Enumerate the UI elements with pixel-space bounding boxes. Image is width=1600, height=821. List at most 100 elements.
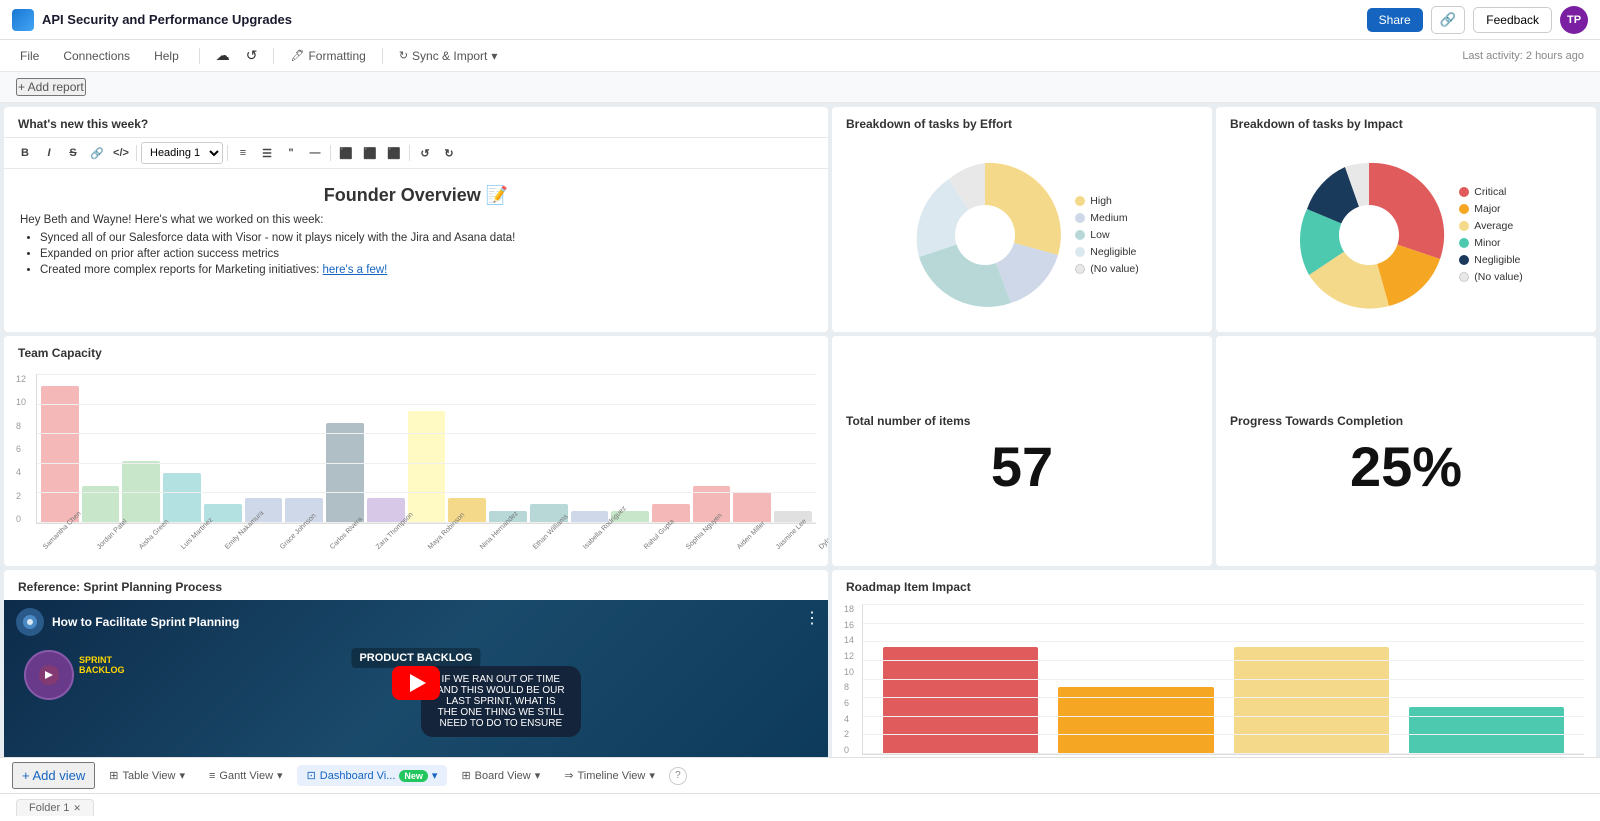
add-view-button[interactable]: + Add view [12, 762, 95, 789]
effort-legend: High Medium Low Negligible (No value) [1075, 195, 1138, 275]
new-badge: New [399, 770, 428, 782]
board-icon: ⊞ [461, 769, 470, 782]
bullet-list-button[interactable]: ☰ [256, 142, 278, 164]
legend-high: High [1075, 195, 1138, 207]
menu-separator-2 [273, 48, 274, 64]
app-title: API Security and Performance Upgrades [42, 12, 1359, 27]
menu-separator-1 [199, 48, 200, 64]
legend-low-dot [1075, 230, 1085, 240]
effort-chart: High Medium Low Negligible (No value) [832, 137, 1212, 332]
menu-connections[interactable]: Connections [59, 49, 134, 63]
roadmap-chart-area: 0 2 4 6 8 10 12 14 16 18 [832, 600, 1596, 757]
progress-value: 25% [1350, 434, 1462, 499]
effort-panel: Breakdown of tasks by Effort High [832, 107, 1212, 332]
video-title-text: How to Facilitate Sprint Planning [52, 615, 239, 629]
help-button[interactable]: ? [669, 767, 687, 785]
tab-timeline-chevron: ▾ [649, 769, 655, 782]
undo-button[interactable]: ↺ [414, 142, 436, 164]
menu-help[interactable]: Help [150, 49, 183, 63]
code-button[interactable]: </> [110, 142, 132, 164]
video-menu-dots[interactable]: ⋮ [804, 608, 820, 628]
folder-tab[interactable]: Folder 1 ✕ [16, 799, 94, 816]
dashboard-icon: ⊡ [307, 769, 316, 782]
total-items-value: 57 [991, 434, 1053, 499]
roadmap-bars [862, 604, 1584, 755]
legend-major: Major [1459, 203, 1522, 215]
impact-pie-svg [1289, 155, 1449, 315]
editor-heading: Founder Overview 📝 [20, 185, 812, 206]
editor-toolbar: B I S 🔗 </> Heading 1 Heading 2 Paragrap… [4, 137, 828, 169]
activity-text: Last activity: 2 hours ago [1462, 50, 1584, 62]
sync-import-menu[interactable]: ↻ Sync & Import ▾ [399, 49, 498, 63]
team-capacity-panel: Team Capacity 0 2 4 6 8 10 12 [4, 336, 828, 566]
video-panel-title: Reference: Sprint Planning Process [4, 570, 828, 600]
tab-table-view[interactable]: ⊞ Table View ▾ [99, 765, 195, 786]
tab-timeline-view[interactable]: ⇒ Timeline View ▾ [554, 765, 665, 786]
gantt-icon: ≡ [209, 770, 215, 782]
bar-aisha [122, 461, 160, 523]
video-graphics: SprintBacklog [24, 650, 74, 700]
align-left-button[interactable]: ⬛ [335, 142, 357, 164]
ordered-list-button[interactable]: ≡ [232, 142, 254, 164]
app-logo [12, 9, 34, 31]
legend-major-dot [1459, 204, 1469, 214]
progress-panel: Progress Towards Completion 25% [1216, 336, 1596, 566]
whats-new-panel: What's new this week? B I S 🔗 </> Headin… [4, 107, 828, 332]
menu-file[interactable]: File [16, 49, 43, 63]
legend-negligible-dot [1075, 247, 1085, 257]
formatting-menu[interactable]: 🖊 Formatting [290, 49, 365, 63]
bullets-link[interactable]: here's a few! [323, 264, 388, 276]
add-report-button[interactable]: + Add report [16, 78, 86, 96]
roadmap-bar-major [1058, 687, 1213, 754]
progress-title: Progress Towards Completion [1216, 404, 1417, 434]
effort-pie-svg [905, 155, 1065, 315]
video-panel: Reference: Sprint Planning Process How t… [4, 570, 828, 757]
editor-bullets: Synced all of our Salesforce data with V… [20, 232, 812, 276]
legend-novalue-dot [1075, 264, 1085, 274]
tab-dashboard-view[interactable]: ⊡ Dashboard Vi... New ▾ [297, 765, 448, 786]
feedback-button[interactable]: Feedback [1473, 7, 1552, 33]
align-center-button[interactable]: ⬛ [359, 142, 381, 164]
roadmap-title: Roadmap Item Impact [832, 570, 1596, 600]
legend-high-dot [1075, 196, 1085, 206]
bar-jordan [82, 486, 120, 523]
bar-labels: Samantha Chen Jordan Patel Aisha Green L… [16, 546, 816, 553]
video-title-bar: How to Facilitate Sprint Planning [16, 608, 816, 636]
impact-title: Breakdown of tasks by Impact [1216, 107, 1596, 137]
bold-button[interactable]: B [14, 142, 36, 164]
heading-select[interactable]: Heading 1 Heading 2 Paragraph [141, 142, 223, 164]
video-play-button[interactable] [392, 666, 440, 700]
whats-new-title: What's new this week? [4, 107, 828, 137]
bar-zara [326, 423, 364, 523]
roadmap-bar-average [1234, 647, 1389, 754]
redo-button[interactable]: ↻ [438, 142, 460, 164]
divider-button[interactable]: — [304, 142, 326, 164]
bar-luis [163, 473, 201, 523]
editor-content: Founder Overview 📝 Hey Beth and Wayne! H… [4, 169, 828, 332]
team-capacity-chart: 0 2 4 6 8 10 12 [4, 366, 828, 566]
folder-label: Folder 1 [29, 802, 69, 814]
play-icon [410, 674, 426, 692]
legend-negligible: Negligible [1075, 246, 1138, 258]
legend-critical-dot [1459, 187, 1469, 197]
sprint-label-area: Product Backlog [351, 648, 480, 668]
link-button[interactable]: 🔗 [1431, 6, 1466, 34]
tab-gantt-view[interactable]: ≡ Gantt View ▾ [199, 765, 293, 786]
tab-table-chevron: ▾ [179, 769, 185, 782]
bullet-3: Created more complex reports for Marketi… [40, 264, 812, 276]
strikethrough-button[interactable]: S [62, 142, 84, 164]
legend-minor-dot [1459, 238, 1469, 248]
legend-impact-novalue: (No value) [1459, 271, 1522, 283]
quote-button[interactable]: " [280, 142, 302, 164]
bar-maya [367, 498, 405, 523]
link-button[interactable]: 🔗 [86, 142, 108, 164]
video-thumbnail[interactable]: How to Facilitate Sprint Planning Sprint… [4, 600, 828, 757]
italic-button[interactable]: I [38, 142, 60, 164]
bars-container [36, 374, 816, 524]
align-right-button[interactable]: ⬛ [383, 142, 405, 164]
folder-close-icon: ✕ [73, 803, 81, 814]
tab-board-view[interactable]: ⊞ Board View ▾ [451, 765, 550, 786]
share-button[interactable]: Share [1367, 8, 1423, 32]
bullet-2: Expanded on prior after action success m… [40, 248, 812, 260]
top-bar-actions: Share 🔗 Feedback TP [1367, 6, 1588, 34]
